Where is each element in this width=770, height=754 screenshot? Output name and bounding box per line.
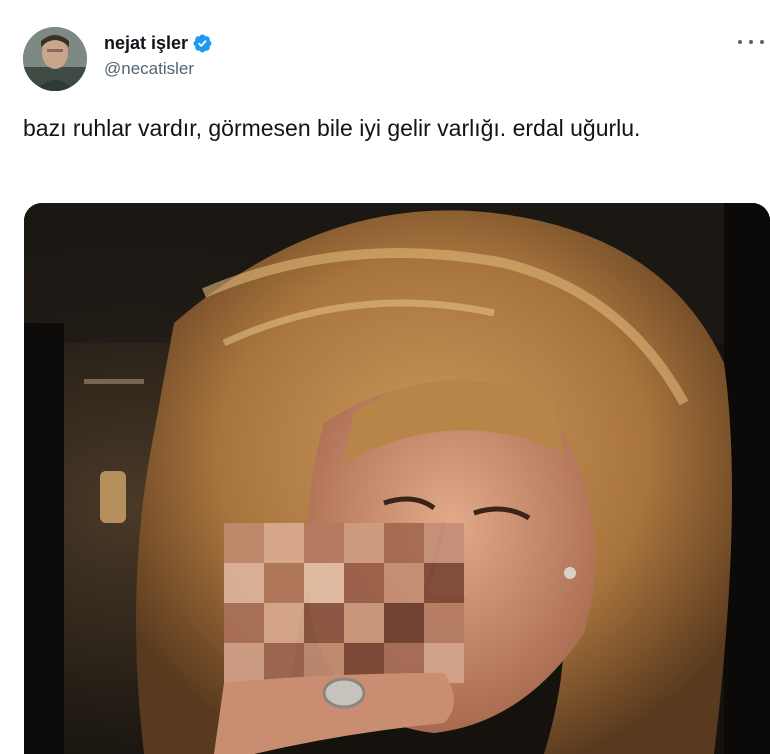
author-avatar[interactable] <box>23 27 87 91</box>
avatar-image <box>23 27 87 91</box>
more-dot <box>738 40 742 44</box>
tweet-card[interactable]: nejat işler @necatisler bazı ruhlar vard… <box>0 0 770 754</box>
verified-badge-icon <box>192 33 213 54</box>
author-display-name[interactable]: nejat işler <box>104 33 188 54</box>
photo-image <box>24 203 770 754</box>
tweet-text: bazı ruhlar vardır, görmesen bile iyi ge… <box>23 115 641 141</box>
author-handle[interactable]: @necatisler <box>104 59 194 79</box>
more-options-icon[interactable] <box>738 32 764 52</box>
author-name-row[interactable]: nejat işler <box>104 31 213 55</box>
more-dot <box>760 40 764 44</box>
more-dot <box>749 40 753 44</box>
tweet-photo[interactable] <box>24 203 770 754</box>
